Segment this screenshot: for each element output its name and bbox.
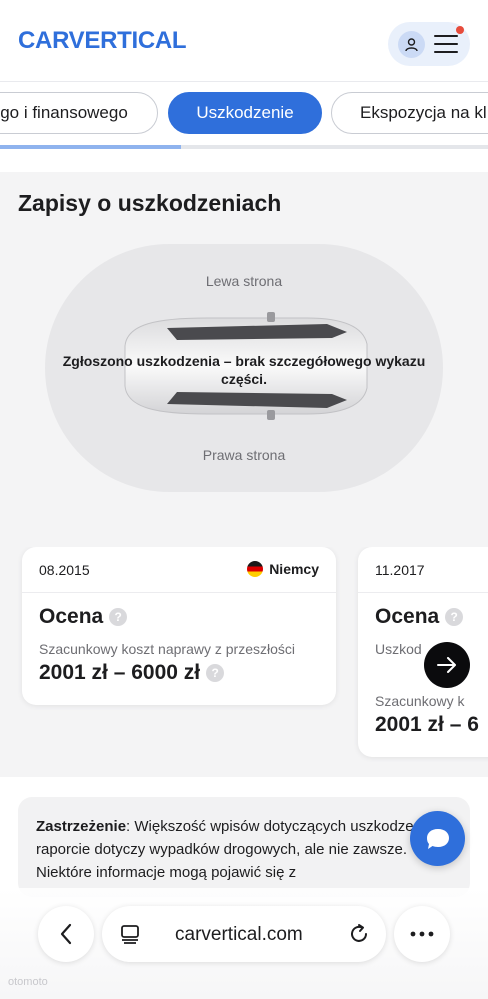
help-icon[interactable]: ? — [109, 608, 128, 626]
score-label: Ocena — [39, 605, 104, 628]
report-section-tabs: go i finansowego Uszkodzenie Ekspozycja … — [0, 92, 488, 136]
partial-label: Uszkod — [375, 641, 422, 657]
chat-bubble-icon — [426, 828, 449, 849]
next-card-button[interactable] — [424, 642, 470, 688]
carvertical-logo[interactable]: CARVERTICAL — [18, 27, 187, 55]
record-country: Niemcy — [247, 561, 319, 577]
tab-exposure[interactable]: Ekspozycja na kl — [331, 92, 488, 134]
section-title: Zapisy o uszkodzeniach — [18, 190, 282, 216]
country-name: Niemcy — [269, 561, 319, 577]
more-dots-icon — [410, 931, 434, 937]
more-options-button[interactable] — [394, 906, 450, 962]
left-side-label: Lewa strona — [205, 273, 283, 289]
help-icon[interactable]: ? — [206, 664, 225, 682]
cost-label: Szacunkowy k — [375, 693, 465, 709]
tab-finance[interactable]: go i finansowego — [0, 92, 158, 134]
damage-cards-carousel: 08.2015 Niemcy Ocena ? Szacunkowy koszt … — [0, 547, 488, 762]
card-header: 08.2015 Niemcy — [22, 547, 336, 593]
disclaimer-label: Zastrzeżenie — [36, 818, 127, 835]
tabs-icon[interactable] — [120, 924, 140, 944]
disclaimer-box: Zastrzeżenie: Większość wpisów dotyczący… — [18, 797, 470, 897]
score-label: Ocena — [375, 605, 440, 628]
scroll-progress-fill — [0, 145, 181, 149]
arrow-right-icon — [437, 657, 456, 673]
chevron-left-icon — [60, 923, 72, 945]
damage-record-card[interactable]: 08.2015 Niemcy Ocena ? Szacunkowy koszt … — [22, 547, 336, 705]
damage-message: Zgłoszono uszkodzenia – brak szczegółowe… — [62, 353, 426, 387]
right-side-label: Prawa strona — [202, 447, 286, 463]
back-button[interactable] — [38, 906, 94, 962]
browser-toolbar: carvertical.com — [0, 888, 488, 999]
help-icon[interactable]: ? — [445, 608, 464, 626]
score-heading: Ocena ? — [39, 605, 128, 629]
damage-record-card[interactable]: 11.2017 Ocena ? Uszkod Szacunkowy k 2001… — [358, 547, 488, 757]
cost-value: 2001 zł – 6000 zł — [39, 661, 201, 684]
url-text[interactable]: carvertical.com — [175, 924, 303, 946]
car-damage-diagram: Lewa strona Zgłoszono uszkodzenia – brak… — [45, 244, 443, 492]
chat-button[interactable] — [410, 811, 465, 866]
card-header: 11.2017 — [358, 547, 488, 593]
cost-value-row: 2001 zł – 6000 zł ? — [39, 661, 225, 685]
hamburger-menu-icon[interactable] — [434, 35, 458, 53]
record-date: 08.2015 — [39, 562, 90, 578]
address-bar[interactable]: carvertical.com — [102, 906, 386, 962]
cost-label: Szacunkowy koszt naprawy z przeszłości — [39, 641, 295, 657]
record-date: 11.2017 — [375, 562, 425, 578]
watermark: otomoto — [8, 976, 48, 988]
score-heading: Ocena ? — [375, 605, 464, 629]
notification-dot — [456, 26, 464, 34]
reload-icon[interactable] — [348, 923, 370, 945]
disclaimer-text: Zastrzeżenie: Większość wpisów dotyczący… — [36, 815, 452, 884]
germany-flag-icon — [247, 561, 264, 577]
user-icon[interactable] — [398, 31, 425, 58]
cost-value: 2001 zł – 6 — [375, 713, 479, 736]
scroll-progress-bar — [0, 145, 488, 149]
damage-records-section: Zapisy o uszkodzeniach Lewa strona Zgłos… — [0, 172, 488, 777]
account-menu-button[interactable] — [388, 22, 470, 66]
header: CARVERTICAL — [0, 0, 488, 82]
tab-damage[interactable]: Uszkodzenie — [168, 92, 322, 134]
